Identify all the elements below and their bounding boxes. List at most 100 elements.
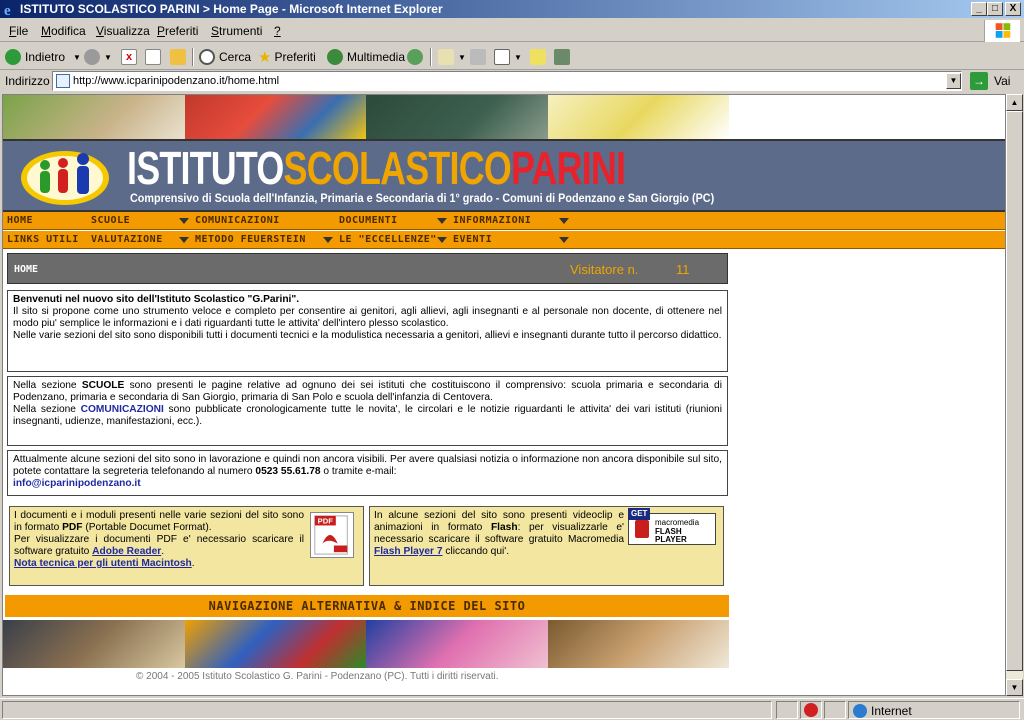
print-icon [470, 49, 486, 65]
page-icon [56, 74, 70, 88]
home-icon [170, 49, 186, 65]
media-button[interactable]: Multimedia [327, 47, 405, 67]
copyright-footer: © 2004 - 2005 Istituto Scolastico G. Par… [136, 671, 499, 682]
maximize-button[interactable]: □ [987, 2, 1003, 16]
nav-home[interactable]: HOME [7, 215, 33, 226]
menu-strumenti[interactable]: Strumenti [211, 24, 262, 38]
status-popup-pane [800, 701, 822, 719]
toolbar: Indietro ▼ ▼ x Cerca ★ Preferiti Multime… [0, 44, 1024, 70]
mail-icon [438, 49, 454, 65]
scroll-down-button[interactable]: ▼ [1006, 679, 1023, 696]
messenger-button[interactable] [554, 47, 574, 67]
photo-chalk [3, 620, 185, 668]
forward-button[interactable]: ▼ [84, 47, 112, 67]
toolbar-separator [192, 48, 194, 66]
search-icon [199, 49, 215, 65]
menu-modifica[interactable]: Modifica [41, 24, 86, 38]
email-link[interactable]: info@icparinipodenzano.it [13, 478, 141, 489]
nav-documenti[interactable]: DOCUMENTI [339, 215, 398, 226]
ie-logo-icon: e [4, 3, 11, 17]
photo-pencil-shavings [547, 620, 729, 668]
menu-help[interactable]: ? [274, 24, 281, 38]
go-button[interactable]: → Vai [970, 72, 1010, 90]
nav-valutazione[interactable]: VALUTAZIONE [91, 234, 163, 245]
flash-player-badge[interactable]: GET macromedia FLASH PLAYER [628, 508, 716, 545]
chevron-down-icon[interactable] [559, 218, 569, 224]
badge-get: GET [628, 508, 651, 520]
windows-logo-icon [984, 20, 1020, 42]
menu-visualizza[interactable]: Visualizza [96, 24, 150, 38]
refresh-icon [145, 49, 161, 65]
address-input[interactable]: http://www.icparinipodenzano.it/home.htm… [52, 71, 962, 91]
pdf-icon[interactable]: PDF [310, 512, 354, 558]
chevron-down-icon[interactable] [179, 218, 189, 224]
window-title: ISTITUTO SCOLASTICO PARINI > Home Page -… [20, 2, 443, 16]
footer-photos [3, 620, 729, 668]
scroll-up-button[interactable]: ▲ [1006, 94, 1023, 111]
messenger-icon [554, 49, 570, 65]
nav-eventi[interactable]: EVENTI [453, 234, 492, 245]
scroll-thumb[interactable] [1006, 111, 1023, 671]
close-button[interactable]: X [1005, 2, 1021, 16]
flash-player-link[interactable]: Flash Player 7 [374, 546, 443, 557]
favorites-button[interactable]: ★ Preferiti [258, 47, 316, 67]
chevron-down-icon[interactable] [323, 237, 333, 243]
nav-comunicazioni[interactable]: COMUNICAZIONI [195, 215, 280, 226]
nav-links-utili[interactable]: LINKS UTILI [7, 234, 79, 245]
minimize-button[interactable]: _ [971, 2, 987, 16]
pdf-info-box: I documenti e i moduli presenti nelle va… [9, 506, 364, 586]
vertical-scrollbar[interactable]: ▲ ▼ [1006, 94, 1023, 696]
chevron-down-icon[interactable] [437, 237, 447, 243]
menu-preferiti[interactable]: Preferiti [157, 24, 198, 38]
refresh-button[interactable] [145, 47, 165, 67]
page-title: HOME [14, 264, 39, 275]
status-pane-empty-2 [824, 701, 846, 719]
search-button[interactable]: Cerca [199, 47, 251, 67]
mac-note-link[interactable]: Nota tecnica per gli utenti Macintosh [14, 558, 192, 569]
alt-navigation-link[interactable]: NAVIGAZIONE ALTERNATIVA & INDICE DEL SIT… [5, 595, 729, 617]
sections-box: Nella sezione SCUOLE sono presenti le pa… [7, 376, 728, 446]
nav-eccellenze[interactable]: LE "ECCELLENZE" [339, 234, 437, 245]
nav-metodo-feuerstein[interactable]: METODO FEUERSTEIN [195, 234, 306, 245]
home-button[interactable] [170, 47, 190, 67]
adobe-reader-link[interactable]: Adobe Reader [92, 546, 161, 557]
nav-informazioni[interactable]: INFORMAZIONI [453, 215, 531, 226]
menu-file[interactable]: File [9, 24, 28, 38]
popup-blocked-icon [804, 703, 818, 717]
mail-button[interactable]: ▼ [438, 47, 466, 67]
discuss-button[interactable] [530, 47, 550, 67]
status-zone-pane: Internet [848, 701, 1020, 719]
edit-button[interactable]: ▼ [494, 47, 522, 67]
phone-number: 0523 55.61.78 [255, 466, 321, 477]
back-button[interactable]: Indietro ▼ [5, 47, 81, 67]
photo-scissors [184, 95, 366, 139]
banner-subtitle: Comprensivo di Scuola dell'Infanzia, Pri… [130, 191, 715, 205]
security-zone: Internet [871, 704, 912, 718]
discuss-icon [530, 49, 546, 65]
window-title-bar: e ISTITUTO SCOLASTICO PARINI > Home Page… [0, 0, 1024, 18]
chevron-down-icon[interactable] [437, 218, 447, 224]
home-header-bar: HOME Visitatore n. 11 [7, 253, 728, 284]
intro-box: Benvenuti nel nuovo sito dell'Istituto S… [7, 290, 728, 372]
chevron-down-icon: ▼ [949, 76, 958, 85]
media-icon [327, 49, 343, 65]
forward-arrow-icon [84, 49, 100, 65]
svg-text:e: e [4, 3, 11, 17]
visitor-counter-label: Visitatore n. [570, 262, 639, 277]
address-dropdown-button[interactable]: ▼ [946, 73, 961, 89]
history-button[interactable] [407, 47, 427, 67]
print-button[interactable] [470, 47, 490, 67]
intro-heading: Benvenuti nel nuovo sito dell'Istituto S… [13, 294, 300, 305]
comunicazioni-link[interactable]: COMUNICAZIONI [81, 404, 164, 415]
stop-icon: x [121, 49, 137, 65]
chevron-down-icon[interactable] [179, 237, 189, 243]
chevron-down-icon[interactable] [559, 237, 569, 243]
globe-icon [853, 704, 867, 718]
flash-info-box: In alcune sezioni del sito sono presenti… [369, 506, 724, 586]
nav-scuole[interactable]: SCUOLE [91, 215, 130, 226]
address-url: http://www.icparinipodenzano.it/home.htm… [73, 75, 280, 87]
stop-button[interactable]: x [121, 47, 141, 67]
photo-erasers [366, 620, 548, 668]
toolbar-separator [430, 48, 432, 66]
page-viewport: ISTITUTOSCOLASTICOPARINI Comprensivo di … [2, 94, 1006, 696]
